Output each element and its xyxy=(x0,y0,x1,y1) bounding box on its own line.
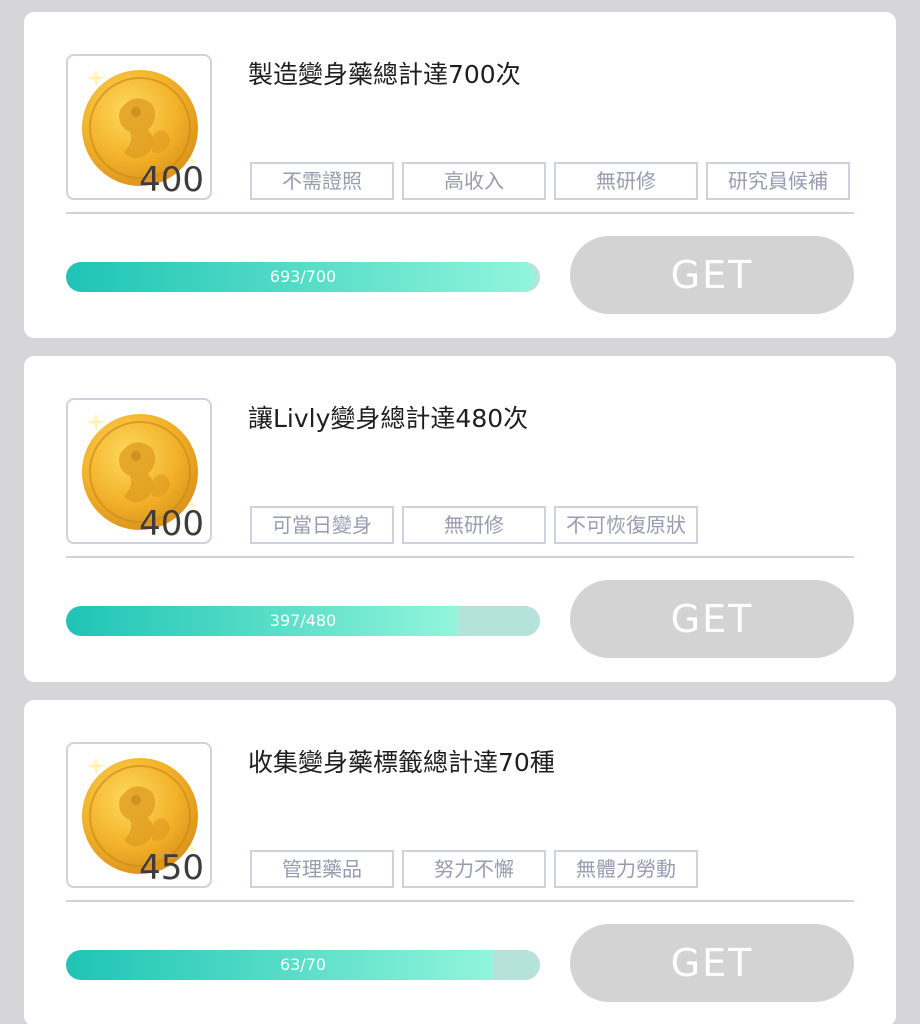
get-reward-button[interactable]: GET xyxy=(570,580,854,658)
mission-title: 收集變身藥標籤總計達70種 xyxy=(248,748,555,777)
mission-title: 製造變身藥總計達700次 xyxy=(248,60,521,89)
divider xyxy=(66,212,854,214)
mission-title: 讓Livly變身總計達480次 xyxy=(248,404,529,433)
mission-list: 400 製造變身藥總計達700次 不需證照 高收入 無研修 研究員候補 693/… xyxy=(0,0,920,1024)
reward-box: 450 xyxy=(66,742,212,888)
divider xyxy=(66,556,854,558)
get-reward-button[interactable]: GET xyxy=(570,236,854,314)
reward-amount: 400 xyxy=(139,160,204,200)
tag: 管理藥品 xyxy=(250,850,394,888)
mission-card: 400 讓Livly變身總計達480次 可當日變身 無研修 不可恢復原狀 397… xyxy=(24,356,896,682)
progress-bar: 63/70 xyxy=(66,950,540,980)
progress-text: 693/700 xyxy=(269,267,337,286)
progress-bar: 397/480 xyxy=(66,606,540,636)
get-reward-button[interactable]: GET xyxy=(570,924,854,1002)
reward-amount: 400 xyxy=(139,504,204,544)
tag: 無研修 xyxy=(554,162,698,200)
tag: 可當日變身 xyxy=(250,506,394,544)
tag: 無體力勞動 xyxy=(554,850,698,888)
progress-bar: 693/700 xyxy=(66,262,540,292)
progress-text: 397/480 xyxy=(269,611,337,630)
tag: 高收入 xyxy=(402,162,546,200)
divider xyxy=(66,900,854,902)
progress-text: 63/70 xyxy=(279,955,327,974)
tag: 無研修 xyxy=(402,506,546,544)
tag: 研究員候補 xyxy=(706,162,850,200)
mission-card: 450 收集變身藥標籤總計達70種 管理藥品 努力不懈 無體力勞動 63/70 … xyxy=(24,700,896,1024)
reward-box: 400 xyxy=(66,398,212,544)
reward-amount: 450 xyxy=(139,848,204,888)
tag: 不可恢復原狀 xyxy=(554,506,698,544)
reward-box: 400 xyxy=(66,54,212,200)
tag: 努力不懈 xyxy=(402,850,546,888)
tag: 不需證照 xyxy=(250,162,394,200)
mission-card: 400 製造變身藥總計達700次 不需證照 高收入 無研修 研究員候補 693/… xyxy=(24,12,896,338)
